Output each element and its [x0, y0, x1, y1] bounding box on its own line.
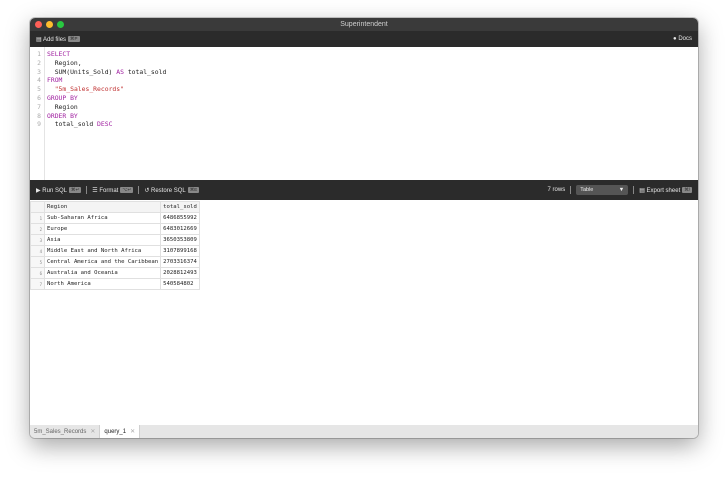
- row-number[interactable]: 1: [30, 212, 45, 224]
- line-number: 5: [37, 85, 41, 94]
- divider: [138, 186, 140, 194]
- row-number[interactable]: 3: [30, 234, 45, 246]
- table-cell[interactable]: 540584802: [160, 278, 200, 290]
- table-cell[interactable]: 3650353809: [160, 234, 200, 246]
- line-numbers: 123456789: [30, 47, 45, 180]
- row-number[interactable]: 7: [30, 278, 45, 290]
- sql-editor[interactable]: 123456789 SELECT Region, SUM(Units_Sold)…: [30, 47, 698, 180]
- maximize-window-button[interactable]: [57, 21, 64, 28]
- line-number: 3: [37, 67, 41, 76]
- title-bar: Superintendent: [30, 18, 698, 31]
- divider: [86, 186, 88, 194]
- file-icon: ▤: [639, 187, 645, 194]
- format-button[interactable]: ☰ Format ⌥↵: [92, 186, 134, 194]
- table-row: 5 Central America and the Caribbean 270331…: [30, 256, 200, 268]
- line-number: 6: [37, 93, 41, 102]
- tab-query-1[interactable]: query_1 ✕: [100, 425, 141, 438]
- line-number: 9: [37, 120, 41, 129]
- row-count: 7 rows: [547, 187, 566, 193]
- table-row: 6 Australia and Oceania 2028812493: [30, 267, 200, 279]
- table-cell[interactable]: North America: [43, 278, 162, 290]
- row-number[interactable]: 4: [30, 245, 45, 257]
- table-cell[interactable]: Middle East and North Africa: [43, 245, 162, 257]
- close-icon[interactable]: ✕: [90, 428, 95, 435]
- divider: [633, 186, 635, 194]
- sheet-tabs: 5m_Sales_Records ✕ query_1 ✕: [30, 425, 698, 438]
- play-icon: ▶: [36, 187, 41, 194]
- row-number[interactable]: 6: [30, 267, 45, 279]
- row-number[interactable]: 2: [30, 223, 45, 235]
- table-cell[interactable]: 6486855992: [160, 212, 200, 224]
- docs-button[interactable]: ● Docs: [673, 36, 692, 42]
- table-cell[interactable]: Sub-Saharan Africa: [43, 212, 162, 224]
- line-number: 4: [37, 76, 41, 85]
- run-toolbar: ▶ Run SQL ⌘↵ ☰ Format ⌥↵ ↺ Restore SQL ⌘E 7…: [30, 180, 698, 200]
- table-cell[interactable]: Australia and Oceania: [43, 267, 162, 279]
- table-row: 4 Middle East and North Africa 3107899168: [30, 245, 200, 257]
- table-row: 1 Sub-Saharan Africa 6486855992: [30, 212, 200, 224]
- export-sheet-button[interactable]: ▤ Export sheet ⌘/: [639, 186, 692, 194]
- line-number: 8: [37, 111, 41, 120]
- divider: [570, 186, 572, 194]
- history-icon: ↺: [144, 187, 150, 194]
- table-row: 7 North America 540584802: [30, 278, 200, 290]
- minimize-window-button[interactable]: [46, 21, 53, 28]
- chevron-down-icon: ▼: [618, 187, 625, 193]
- table-cell[interactable]: 3107899168: [160, 245, 200, 257]
- table-cell[interactable]: 6483012669: [160, 223, 200, 235]
- close-icon[interactable]: ✕: [130, 428, 135, 435]
- close-window-button[interactable]: [35, 21, 42, 28]
- app-window: Superintendent ▤ Add files ⌘P ● Docs 1234…: [30, 18, 698, 438]
- help-icon: ●: [673, 36, 677, 42]
- window-title: Superintendent: [340, 21, 388, 28]
- column-header[interactable]: Region: [43, 201, 162, 213]
- table-cell[interactable]: Central America and the Caribbean: [43, 256, 162, 268]
- view-select[interactable]: Table ▼: [576, 185, 629, 195]
- line-number: 2: [37, 58, 41, 67]
- table-row: 2 Europe 6483012669: [30, 223, 200, 235]
- line-number: 7: [37, 102, 41, 111]
- lines-icon: ☰: [92, 187, 98, 194]
- table-cell[interactable]: 2028812493: [160, 267, 200, 279]
- table-cell[interactable]: 2703316374: [160, 256, 200, 268]
- sql-code[interactable]: SELECT Region, SUM(Units_Sold) AS total_…: [45, 47, 166, 180]
- table-cell[interactable]: Asia: [43, 234, 162, 246]
- column-header[interactable]: total_sold: [160, 201, 200, 213]
- results-grid: Region total_sold 1 Sub-Saharan Africa 64868…: [30, 200, 698, 425]
- add-files-button[interactable]: ▤ Add files ⌘P: [36, 35, 80, 43]
- top-toolbar: ▤ Add files ⌘P ● Docs: [30, 31, 698, 47]
- file-plus-icon: ▤: [36, 36, 42, 43]
- run-sql-button[interactable]: ▶ Run SQL ⌘↵: [36, 186, 82, 194]
- restore-sql-button[interactable]: ↺ Restore SQL ⌘E: [144, 186, 200, 194]
- row-number[interactable]: 5: [30, 256, 45, 268]
- line-number: 1: [37, 50, 41, 58]
- table-cell[interactable]: Europe: [43, 223, 162, 235]
- table-row: 3 Asia 3650353809: [30, 234, 200, 246]
- tab-5m-sales-records[interactable]: 5m_Sales_Records ✕: [30, 425, 101, 438]
